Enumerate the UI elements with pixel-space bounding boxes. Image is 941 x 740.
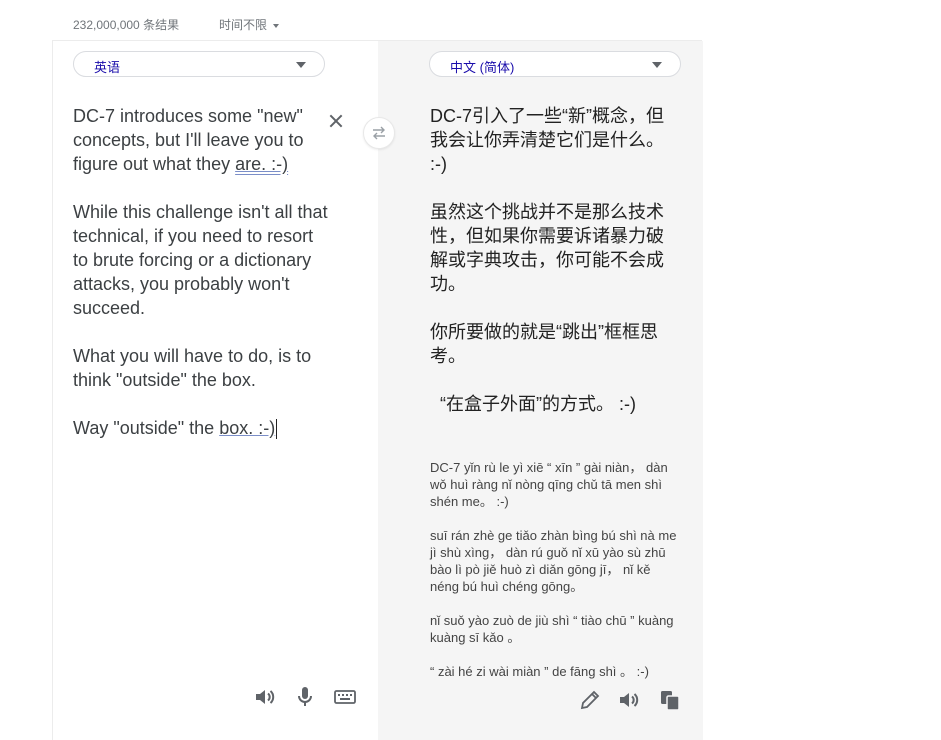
translation-paragraph: 虽然这个挑战并不是那么技术性，但如果你需要诉诸暴力破解或字典攻击，你可能不会成功…: [430, 202, 664, 294]
pinyin-output: DC-7 yǐn rù le yì xiē “ xīn ” gài niàn， …: [430, 459, 680, 697]
pencil-icon: [580, 690, 600, 710]
source-paragraph: DC-7 introduces some "new" concepts, but…: [73, 106, 304, 174]
translation-output: DC-7引入了一些“新”概念，但我会让你弄清楚它们是什么。 :-) 虽然这个挑战…: [430, 104, 680, 440]
time-filter-dropdown[interactable]: 时间不限: [219, 16, 280, 33]
target-speak-button[interactable]: [617, 688, 641, 712]
keyboard-icon: [334, 690, 356, 704]
caret-down-icon: [273, 23, 280, 28]
target-language-label: 中文 (简体): [450, 60, 515, 75]
chevron-down-icon: [652, 62, 662, 68]
pinyin-paragraph: DC-7 yǐn rù le yì xiē “ xīn ” gài niàn， …: [430, 460, 668, 509]
speaker-icon: [620, 693, 639, 707]
target-language-select[interactable]: 中文 (简体): [429, 51, 681, 77]
source-paragraph: What you will have to do, is to think "o…: [73, 346, 312, 390]
clear-text-button[interactable]: [327, 112, 345, 130]
pinyin-paragraph: “ zài hé zi wài miàn ” de fāng shì 。 :-): [430, 664, 649, 679]
copy-translation-button[interactable]: [658, 688, 682, 712]
translation-paragraph: “在盒子外面”的方式。 :-): [440, 394, 636, 414]
source-paragraph: While this challenge isn't all that tech…: [73, 202, 328, 318]
time-filter-label: 时间不限: [219, 18, 268, 32]
microphone-icon: [298, 687, 312, 706]
text-cursor: [276, 419, 278, 440]
source-underlined-word: are. :-): [235, 154, 289, 174]
pinyin-paragraph: suī rán zhè ge tiǎo zhàn bìng bú shì nà …: [430, 528, 677, 594]
target-pane: 中文 (简体) DC-7引入了一些“新”概念，但我会让你弄清楚它们是什么。 :-…: [378, 41, 703, 740]
keyboard-button[interactable]: [333, 685, 357, 709]
translate-card: 英语 DC-7 introduces some "new" concepts, …: [52, 40, 703, 740]
source-text-area[interactable]: DC-7 introduces some "new" concepts, but…: [73, 104, 329, 464]
results-count: 232,000,000 条结果: [73, 18, 180, 32]
source-language-label: 英语: [94, 60, 121, 75]
edit-translation-button[interactable]: [578, 688, 602, 712]
speaker-icon: [256, 690, 275, 704]
pinyin-paragraph: nǐ suǒ yào zuò de jiù shì “ tiào chū ” k…: [430, 613, 674, 645]
source-underlined-word: box. :-): [219, 418, 276, 438]
source-language-select[interactable]: 英语: [73, 51, 325, 77]
copy-icon: [661, 691, 680, 711]
swap-arrows-icon: [373, 126, 385, 140]
chevron-down-icon: [296, 62, 306, 68]
source-pane: 英语 DC-7 introduces some "new" concepts, …: [53, 41, 378, 740]
voice-input-button[interactable]: [293, 685, 317, 709]
source-speak-button[interactable]: [253, 685, 277, 709]
translation-paragraph: DC-7引入了一些“新”概念，但我会让你弄清楚它们是什么。 :-): [430, 106, 664, 174]
swap-languages-button[interactable]: [363, 117, 395, 149]
source-paragraph: Way "outside" the box. :-): [73, 418, 278, 440]
translation-paragraph: 你所要做的就是“跳出”框框思考。: [430, 322, 658, 366]
